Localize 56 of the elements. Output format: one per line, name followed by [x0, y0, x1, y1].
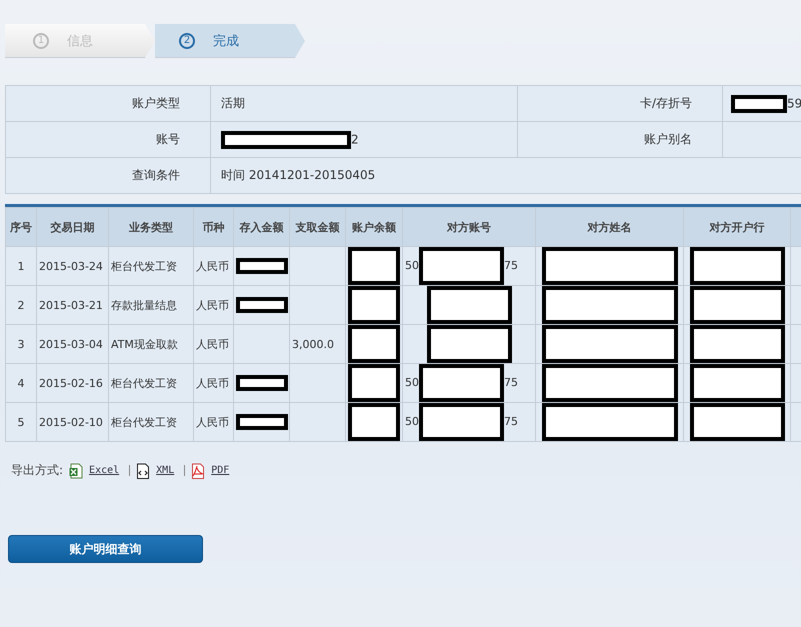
cell-text: 5: [18, 416, 24, 428]
cell-text: 2015-03-04: [39, 338, 103, 350]
cell-text: 时间 20141201-20150405: [221, 168, 376, 182]
query-button[interactable]: 账户明细查询: [8, 535, 203, 563]
column-header: 对方账号: [402, 208, 536, 246]
partial-text: 75: [504, 415, 518, 428]
cell-text: 2015-03-24: [39, 260, 103, 272]
column-header: 序号: [6, 208, 36, 246]
export-link[interactable]: Excel: [89, 465, 124, 476]
cell-text: 3: [18, 338, 24, 350]
column-header: 业务类型: [108, 208, 194, 246]
cell-text: 2: [18, 298, 24, 312]
cell-text: 人民币: [196, 260, 229, 272]
cell-text: 柜台代发工资: [111, 260, 177, 272]
cell-text: 2015-02-16: [39, 376, 103, 390]
partial-text: 75: [504, 259, 518, 272]
cell-text: 4: [18, 376, 24, 390]
column-header: 支取金额: [290, 208, 346, 246]
column-header: 账户余额: [346, 208, 402, 246]
export-label: 导出方式:: [11, 462, 64, 479]
field-label: 账号: [156, 132, 180, 146]
partial-text: 50: [405, 376, 419, 390]
cell-text: 柜台代发工资: [111, 416, 177, 428]
cell-text: 柜台代发工资: [111, 376, 177, 390]
spreadsheet-icon: [69, 462, 84, 478]
cell-text: 1: [18, 260, 24, 272]
cell-text: 人民币: [196, 338, 229, 350]
partial-text: 50: [405, 415, 419, 428]
cell-text: 3,000.0: [292, 338, 334, 350]
export-link[interactable]: PDF: [211, 465, 234, 476]
cell-text: 2015-02-10: [39, 416, 103, 428]
cell-text: 2015-03-21: [39, 298, 103, 312]
field-label: 查询条件: [132, 168, 180, 182]
field-label: 卡/存折号: [640, 96, 692, 110]
cell-text: 活期: [221, 96, 245, 110]
column-header: 交易日期: [36, 208, 108, 246]
cell-text: 存款批量结息: [111, 298, 177, 312]
partial-text: 2: [351, 132, 359, 146]
column-header: 存入金额: [234, 208, 290, 246]
cell-text: 人民币: [196, 376, 229, 390]
separator-line: [129, 465, 130, 476]
column-header: 对方姓名: [536, 208, 684, 246]
step-tab[interactable]: 2 完成: [155, 24, 305, 58]
code-file-icon: [136, 462, 150, 478]
field-label: 账户别名: [644, 132, 692, 146]
field-label: 账户类型: [132, 96, 180, 110]
cell-text: 人民币: [196, 298, 229, 312]
partial-text: 50: [405, 259, 419, 272]
cell-text: ATM现金取款: [111, 338, 178, 350]
separator-line: [184, 465, 186, 476]
partial-text: 75: [504, 376, 518, 390]
pdf-icon: [191, 462, 206, 478]
column-header: 币种: [194, 208, 234, 246]
column-header: 对方开户行: [684, 208, 790, 246]
cell-text: 人民币: [196, 416, 229, 428]
export-link[interactable]: XML: [156, 465, 178, 476]
